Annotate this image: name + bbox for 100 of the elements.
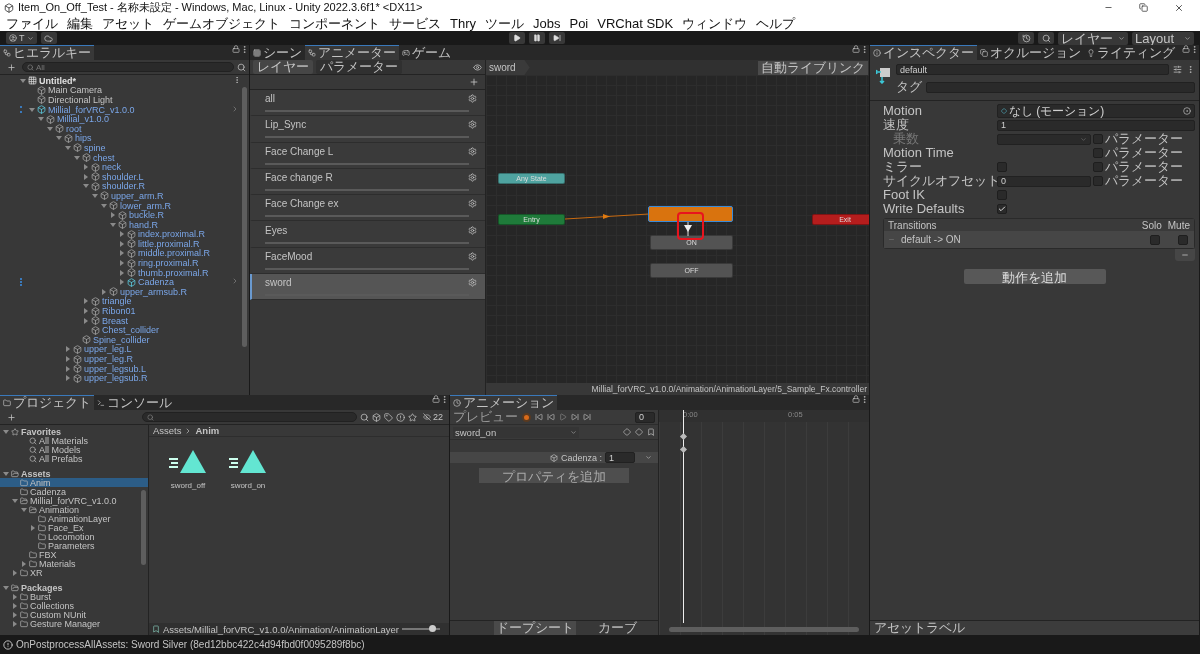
panel-tab[interactable]: ライティング bbox=[1084, 45, 1178, 60]
project-item[interactable]: Packages bbox=[0, 583, 148, 592]
hierarchy-item[interactable]: hand.R bbox=[0, 219, 249, 230]
project-item[interactable]: Assets bbox=[0, 469, 148, 478]
asset-name[interactable]: sword_off bbox=[170, 481, 206, 490]
menu-item[interactable]: ゲームオブジェクト bbox=[163, 15, 280, 31]
project-item[interactable]: Millial_forVRC_v1.0.0 bbox=[0, 496, 148, 505]
value-field[interactable]: 1 bbox=[605, 452, 636, 463]
hierarchy-item[interactable]: Millial_forVRC_v1.0.0 bbox=[0, 104, 249, 115]
project-item[interactable]: Materials bbox=[0, 559, 148, 568]
panel-tab[interactable]: プロジェクト bbox=[0, 395, 94, 410]
breadcrumb-item[interactable]: sword bbox=[486, 60, 530, 75]
layer-item[interactable]: sword bbox=[250, 274, 485, 301]
project-item[interactable]: Anim bbox=[0, 478, 148, 487]
project-item[interactable]: FBX bbox=[0, 550, 148, 559]
number-field[interactable]: 0 bbox=[997, 175, 1091, 187]
live-link-button[interactable]: 自動ライブリンク bbox=[758, 60, 868, 75]
mode-tab[interactable]: ドープシート bbox=[494, 621, 576, 635]
hierarchy-item[interactable]: Directional Light bbox=[0, 95, 249, 105]
clip-dropdown[interactable]: sword_on bbox=[453, 426, 579, 438]
hierarchy-item[interactable]: middle.proximal.R bbox=[0, 248, 249, 259]
hierarchy-item[interactable]: upper_legsub.L bbox=[0, 363, 249, 374]
project-item[interactable]: All Prefabs bbox=[0, 454, 148, 463]
subtab[interactable]: パラメーター bbox=[316, 60, 402, 74]
subtab[interactable]: レイヤー bbox=[253, 60, 313, 74]
project-item[interactable]: Custom NUnit bbox=[0, 610, 148, 619]
hierarchy-item[interactable]: ring.proximal.R bbox=[0, 258, 249, 268]
hierarchy-item[interactable]: neck bbox=[0, 162, 249, 172]
menu-item[interactable]: ファイル bbox=[6, 15, 58, 31]
hierarchy-item[interactable]: Millial_v1.0.0 bbox=[0, 114, 249, 124]
project-item[interactable]: All Models bbox=[0, 445, 148, 454]
menu-item[interactable]: Thry bbox=[450, 15, 476, 31]
object-field[interactable]: なし (モーション) bbox=[997, 104, 1195, 118]
project-item[interactable]: All Materials bbox=[0, 436, 148, 445]
hierarchy-item[interactable]: Breast bbox=[0, 315, 249, 326]
project-item[interactable]: Parameters bbox=[0, 541, 148, 550]
hierarchy-item[interactable]: upper_legsub.R bbox=[0, 373, 249, 383]
project-item[interactable]: Locomotion bbox=[0, 532, 148, 541]
animation-tab[interactable]: アニメーション bbox=[450, 395, 557, 410]
panel-tab[interactable]: コンソール bbox=[94, 395, 175, 410]
hierarchy-item[interactable]: Chest_collider bbox=[0, 325, 249, 336]
hierarchy-item[interactable]: chest bbox=[0, 152, 249, 163]
hidden-packages-button[interactable]: 22 bbox=[420, 411, 446, 423]
menu-item[interactable]: アセット bbox=[102, 15, 154, 31]
panel-tab[interactable]: アニメーター bbox=[305, 45, 399, 60]
menu-item[interactable]: サービス bbox=[389, 15, 441, 31]
menu-item[interactable]: ツール bbox=[485, 15, 524, 31]
hierarchy-item[interactable]: shoulder.R bbox=[0, 181, 249, 192]
asset-name[interactable]: sword_on bbox=[230, 481, 266, 490]
hierarchy-item[interactable]: Spine_collider bbox=[0, 335, 249, 345]
project-item[interactable]: Face_Ex bbox=[0, 523, 148, 532]
frame-field[interactable]: 0 bbox=[635, 411, 655, 423]
menu-item[interactable]: VRChat SDK bbox=[597, 15, 674, 31]
menu-item[interactable]: ヘルプ bbox=[756, 15, 796, 31]
project-item[interactable]: Animation bbox=[0, 505, 148, 514]
add-behaviour-button[interactable]: 動作を追加 bbox=[963, 269, 1106, 284]
hierarchy-item[interactable]: triangle bbox=[0, 296, 249, 307]
panel-tab[interactable]: インスペクター bbox=[870, 45, 977, 60]
number-field[interactable]: 1 bbox=[997, 119, 1195, 131]
hierarchy-item[interactable]: upper_leg.R bbox=[0, 354, 249, 364]
hierarchy-item[interactable]: root bbox=[0, 123, 249, 134]
breadcrumb-item[interactable]: Assets bbox=[152, 425, 182, 436]
menu-item[interactable]: 編集 bbox=[67, 15, 93, 31]
hierarchy-item[interactable]: hips bbox=[0, 133, 249, 144]
project-item[interactable]: Burst bbox=[0, 592, 148, 601]
hierarchy-item[interactable]: upper_armsub.R bbox=[0, 287, 249, 297]
hierarchy-item[interactable]: shoulder.L bbox=[0, 171, 249, 182]
panel-tab[interactable]: オクルージョン bbox=[977, 45, 1084, 60]
project-item[interactable]: XR bbox=[0, 568, 148, 577]
menu-item[interactable]: Jobs bbox=[533, 15, 561, 31]
hierarchy-item[interactable]: Untitled* bbox=[0, 76, 249, 86]
hierarchy-item[interactable]: little.proximal.R bbox=[0, 239, 249, 249]
project-item[interactable]: AnimationLayer bbox=[0, 514, 148, 523]
name-field[interactable]: default bbox=[896, 64, 1169, 75]
property-row[interactable]: Cadenza : 1 bbox=[450, 452, 658, 463]
preview-label[interactable]: プレビュー bbox=[453, 408, 518, 426]
hierarchy-item[interactable]: thumb.proximal.R bbox=[0, 267, 249, 278]
panel-tab[interactable]: ゲーム bbox=[399, 45, 454, 60]
project-item[interactable]: Favorites bbox=[0, 427, 148, 436]
hierarchy-item[interactable]: buckle.R bbox=[0, 210, 249, 220]
breadcrumb-item[interactable]: Anim bbox=[195, 425, 220, 436]
transition-item[interactable]: default -> ON bbox=[884, 231, 1194, 248]
layout-dropdown[interactable]: Layout bbox=[1132, 31, 1194, 45]
menu-item[interactable]: ウィンドウ bbox=[682, 15, 748, 31]
panel-tab[interactable]: シーン bbox=[250, 45, 305, 60]
hierarchy-item[interactable]: Main Camera bbox=[0, 85, 249, 96]
account-button[interactable]: T bbox=[6, 32, 37, 44]
hierarchy-item[interactable]: upper_arm.R bbox=[0, 191, 249, 201]
menu-item[interactable]: コンポーネント bbox=[289, 15, 380, 31]
hierarchy-tab[interactable]: ヒエラルキー bbox=[0, 45, 94, 60]
hierarchy-item[interactable]: upper_leg.L bbox=[0, 344, 249, 355]
hierarchy-item[interactable]: lower_arm.R bbox=[0, 200, 249, 211]
project-item[interactable]: Collections bbox=[0, 601, 148, 610]
hierarchy-item[interactable]: index.proximal.R bbox=[0, 229, 249, 240]
layers-dropdown[interactable]: レイヤー bbox=[1058, 31, 1128, 45]
project-item[interactable]: Gesture Manager bbox=[0, 619, 148, 628]
add-property-button[interactable]: プロパティを追加 bbox=[479, 468, 629, 483]
hierarchy-item[interactable]: Ribon01 bbox=[0, 306, 249, 316]
project-item[interactable]: Cadenza bbox=[0, 487, 148, 496]
hierarchy-item[interactable]: spine bbox=[0, 143, 249, 153]
